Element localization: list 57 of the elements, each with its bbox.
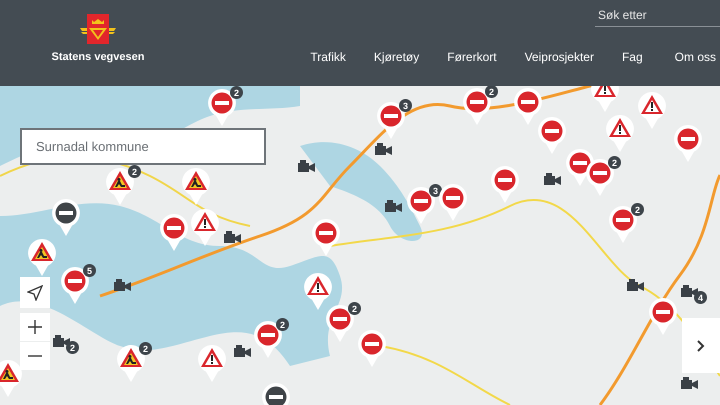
- minus-icon: [28, 355, 42, 357]
- nav-link[interactable]: Trafikk: [296, 50, 360, 64]
- brand-name: Statens vegvesen: [52, 51, 144, 63]
- camera-icon[interactable]: [543, 172, 563, 188]
- no-entry-icon[interactable]: [537, 116, 567, 156]
- roadwork-icon[interactable]: [0, 359, 23, 399]
- no-entry-icon[interactable]: [325, 304, 355, 344]
- no-entry-icon[interactable]: [490, 165, 520, 205]
- warning-icon[interactable]: [590, 86, 620, 114]
- camera-icon[interactable]: [52, 334, 72, 350]
- nav-link[interactable]: Veiprosjekter: [510, 50, 608, 64]
- roadwork-icon[interactable]: [27, 238, 57, 278]
- logo-icon[interactable]: [80, 14, 116, 46]
- roadwork-icon[interactable]: [116, 344, 146, 384]
- camera-icon[interactable]: [113, 278, 133, 294]
- nav-link[interactable]: Fag: [608, 50, 657, 64]
- no-entry-icon[interactable]: [438, 183, 468, 223]
- camera-icon[interactable]: [297, 159, 317, 175]
- camera-icon[interactable]: [626, 278, 646, 294]
- roadwork-icon[interactable]: [105, 167, 135, 207]
- warning-icon[interactable]: [605, 114, 635, 154]
- no-entry-icon[interactable]: [253, 320, 283, 360]
- search-field[interactable]: Søk etter: [595, 4, 720, 27]
- no-entry-icon[interactable]: [673, 124, 703, 164]
- roadwork-icon[interactable]: [181, 167, 211, 207]
- warning-icon[interactable]: [303, 272, 333, 312]
- no-entry-icon[interactable]: [585, 158, 615, 198]
- no-entry-icon[interactable]: [51, 198, 81, 238]
- search-field[interactable]: Surnadal kommune: [20, 128, 266, 165]
- no-entry-icon[interactable]: [207, 88, 237, 128]
- camera-icon[interactable]: [233, 344, 253, 360]
- no-entry-icon[interactable]: [376, 101, 406, 141]
- warning-icon[interactable]: [637, 91, 667, 131]
- no-entry-icon[interactable]: [357, 329, 387, 369]
- camera-icon[interactable]: [223, 230, 243, 246]
- no-entry-icon[interactable]: [311, 218, 341, 258]
- no-entry-icon[interactable]: [462, 87, 492, 127]
- no-entry-icon[interactable]: [60, 266, 90, 306]
- no-entry-icon[interactable]: [513, 87, 543, 127]
- navigation-icon: [27, 284, 43, 300]
- zoom-in-button[interactable]: [20, 313, 50, 341]
- camera-icon[interactable]: [680, 284, 700, 300]
- camera-icon[interactable]: [384, 199, 404, 215]
- no-entry-icon[interactable]: [608, 205, 638, 245]
- warning-icon[interactable]: [197, 344, 227, 384]
- nav-link[interactable]: Førerkort: [433, 50, 511, 64]
- plus-icon: [28, 320, 42, 334]
- camera-icon[interactable]: [680, 376, 700, 392]
- no-entry-icon[interactable]: [406, 186, 436, 226]
- no-entry-icon[interactable]: [648, 297, 678, 337]
- nav-link[interactable]: Kjøretøy: [360, 50, 434, 64]
- locate-button[interactable]: [20, 277, 50, 308]
- nav-link[interactable]: Om oss: [656, 50, 720, 64]
- warning-icon[interactable]: [190, 208, 220, 248]
- camera-icon[interactable]: [374, 142, 394, 158]
- chevron-right-icon: [697, 340, 705, 352]
- no-entry-icon[interactable]: [159, 213, 189, 253]
